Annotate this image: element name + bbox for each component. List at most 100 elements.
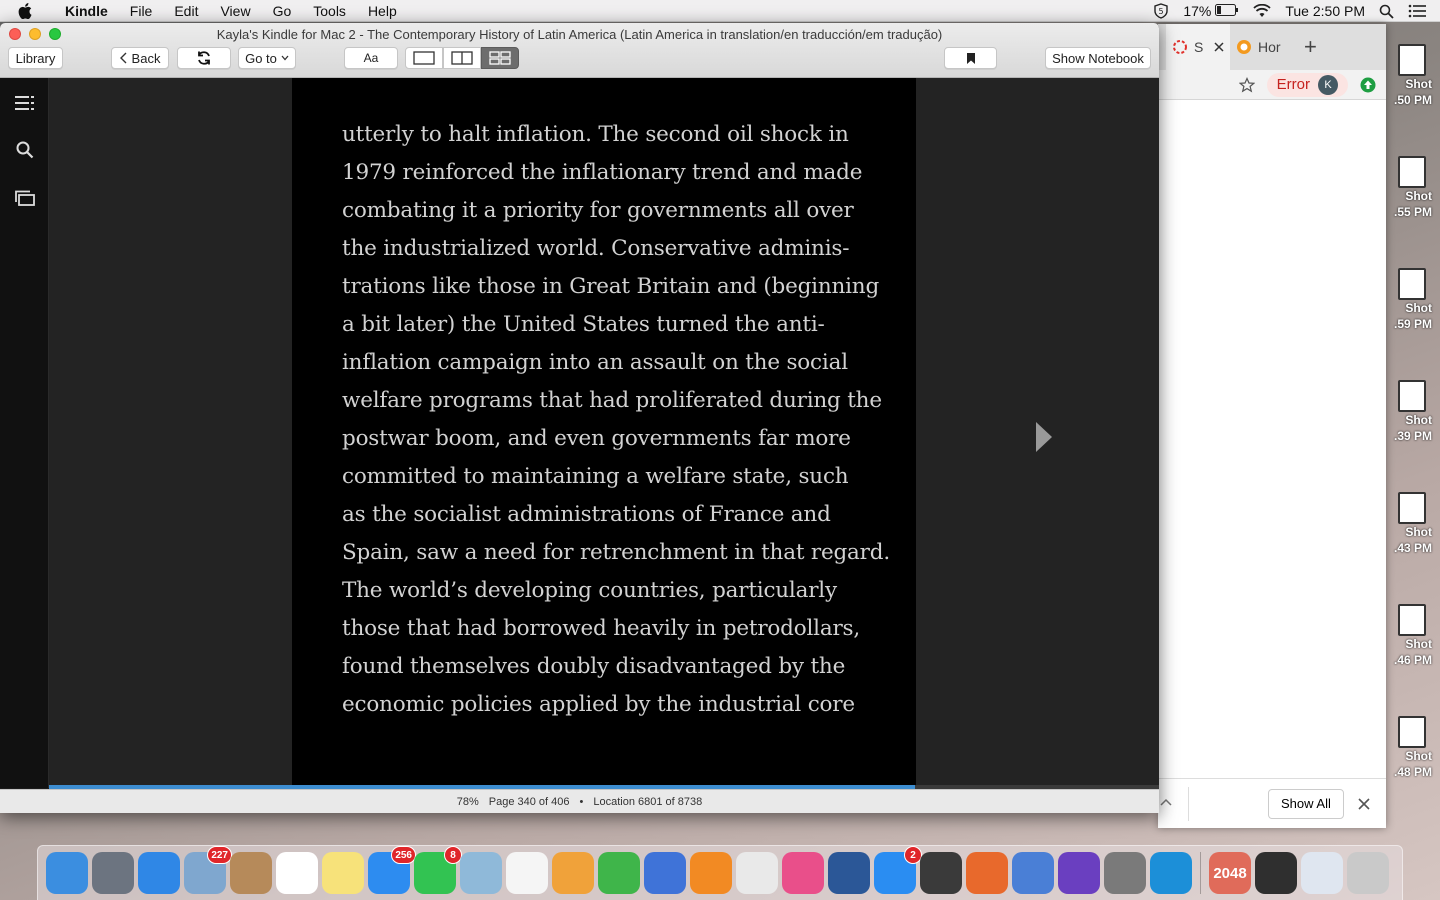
book-page[interactable]: utterly to halt inflation. The second oi… — [292, 78, 916, 788]
contacts-icon[interactable] — [230, 852, 272, 894]
desktop-file[interactable]: Shot .59 PM — [1388, 268, 1432, 332]
photos-icon[interactable] — [506, 852, 548, 894]
flashcards-icon[interactable] — [14, 187, 36, 209]
wifi-icon[interactable] — [1253, 4, 1271, 18]
battery-status[interactable]: 17% — [1183, 3, 1239, 19]
menu-app-kindle[interactable]: Kindle — [54, 3, 119, 19]
ibooks-icon[interactable] — [690, 852, 732, 894]
keynote-icon[interactable] — [644, 852, 686, 894]
bookmark-button[interactable] — [944, 47, 997, 69]
search-icon[interactable] — [14, 139, 36, 161]
desktop-file[interactable]: Shot .46 PM — [1388, 604, 1432, 668]
text-line: found themselves doubly disadvantaged by… — [342, 654, 846, 679]
back-label: Back — [131, 50, 161, 66]
menu-view[interactable]: View — [209, 3, 261, 19]
kindle-icon[interactable] — [1150, 852, 1192, 894]
calendar-icon[interactable] — [276, 852, 318, 894]
mail-icon[interactable]: 227 — [184, 846, 232, 894]
trash-icon[interactable] — [1347, 852, 1389, 894]
svg-text:5: 5 — [1159, 7, 1164, 16]
bluetooth-icon[interactable] — [1012, 852, 1054, 894]
back-button[interactable]: Back — [111, 47, 169, 69]
calculator-icon[interactable] — [1104, 852, 1146, 894]
profile-error-button[interactable]: Error K — [1266, 72, 1348, 97]
desktop-file[interactable]: Shot .50 PM — [1388, 44, 1432, 108]
close-tab-icon[interactable] — [1214, 42, 1224, 52]
messages-icon[interactable]: 256 — [368, 846, 416, 894]
show-notebook-button[interactable]: Show Notebook — [1045, 47, 1151, 69]
numbers-icon[interactable] — [598, 852, 640, 894]
desktop-file[interactable]: Shot .48 PM — [1388, 716, 1432, 780]
table-of-contents-icon[interactable] — [14, 92, 36, 114]
imovie-icon[interactable] — [1058, 852, 1100, 894]
finder-icon[interactable] — [46, 852, 88, 894]
bookmark-star-icon[interactable] — [1238, 76, 1255, 93]
notes-icon[interactable] — [322, 852, 364, 894]
chrome-tab-title: S — [1194, 39, 1204, 55]
desktop-file[interactable]: Shot .39 PM — [1388, 380, 1432, 444]
game-2048-icon[interactable]: 2048 — [1209, 852, 1251, 894]
file-label: Shot — [1405, 637, 1432, 651]
grid-icon — [489, 51, 511, 65]
error-label: Error — [1276, 76, 1310, 93]
chrome-tab-active[interactable]: S — [1166, 24, 1230, 70]
single-page-view-button[interactable] — [405, 47, 443, 69]
text-line: Spain, saw a need for retrenchment in th… — [342, 540, 890, 565]
chevron-down-icon — [281, 55, 289, 61]
desktop-file[interactable]: Shot .55 PM — [1388, 156, 1432, 220]
grid-view-button[interactable] — [481, 47, 519, 69]
file-label: .46 PM — [1393, 653, 1432, 667]
file-thumbnail-icon — [1398, 604, 1426, 636]
launchpad-icon[interactable] — [92, 852, 134, 894]
screen-window-icon[interactable] — [1255, 852, 1297, 894]
document-stack-icon[interactable] — [1301, 852, 1343, 894]
word-icon[interactable] — [828, 852, 870, 894]
single-page-icon — [413, 51, 435, 65]
itunes-icon[interactable] — [782, 852, 824, 894]
library-button[interactable]: Library — [8, 47, 63, 69]
facetime-icon[interactable]: 8 — [414, 846, 462, 894]
desktop-file[interactable]: Shot .43 PM — [1388, 492, 1432, 556]
show-all-button[interactable]: Show All — [1268, 788, 1344, 819]
screen-recorder-icon[interactable] — [920, 852, 962, 894]
font-settings-button[interactable]: Aa — [344, 47, 398, 69]
firefox-icon[interactable] — [966, 852, 1008, 894]
spotlight-search-icon[interactable] — [1379, 4, 1394, 19]
text-line: committed to maintaining a welfare state… — [342, 464, 849, 489]
file-label: Shot — [1405, 749, 1432, 763]
notification-center-icon[interactable] — [1408, 4, 1426, 18]
menu-file[interactable]: File — [119, 3, 164, 19]
dock-icon-label: 2048 — [1213, 864, 1247, 882]
file-thumbnail-icon — [1398, 380, 1426, 412]
menu-go[interactable]: Go — [262, 3, 303, 19]
menu-clock[interactable]: Tue 2:50 PM — [1285, 3, 1365, 19]
menu-tools[interactable]: Tools — [302, 3, 357, 19]
shield-icon[interactable]: 5 — [1153, 3, 1169, 19]
chrome-tab[interactable]: Hor — [1230, 24, 1288, 70]
next-page-arrow-icon[interactable] — [1034, 420, 1054, 454]
chevron-up-icon[interactable] — [1160, 797, 1172, 807]
text-line: postwar boom, and even governments far m… — [342, 426, 851, 451]
text-line: utterly to halt inflation. The second oi… — [342, 122, 849, 147]
window-title: Kayla's Kindle for Mac 2 - The Contempor… — [216, 27, 943, 42]
safari-icon[interactable] — [138, 852, 180, 894]
new-tab-button[interactable]: + — [1304, 34, 1317, 60]
chrome-icon[interactable] — [736, 852, 778, 894]
two-page-view-button[interactable] — [443, 47, 481, 69]
text-line: inflation campaign into an assault on th… — [342, 350, 848, 375]
menu-edit[interactable]: Edit — [163, 3, 209, 19]
reader-content: utterly to halt inflation. The second oi… — [49, 78, 1159, 788]
menu-help[interactable]: Help — [357, 3, 408, 19]
notification-badge: 256 — [391, 846, 416, 864]
update-icon[interactable] — [1360, 77, 1376, 93]
pages-icon[interactable] — [552, 852, 594, 894]
goto-dropdown[interactable]: Go to — [238, 47, 296, 69]
apple-icon[interactable] — [18, 2, 40, 19]
close-icon[interactable] — [1358, 797, 1370, 810]
show-notebook-label: Show Notebook — [1052, 50, 1144, 66]
text-line: welfare programs that had proliferated d… — [342, 388, 882, 413]
app-store-icon[interactable]: 2 — [874, 846, 922, 894]
file-thumbnail-icon — [1398, 156, 1426, 188]
preview-icon[interactable] — [460, 852, 502, 894]
sync-button[interactable] — [177, 47, 231, 69]
